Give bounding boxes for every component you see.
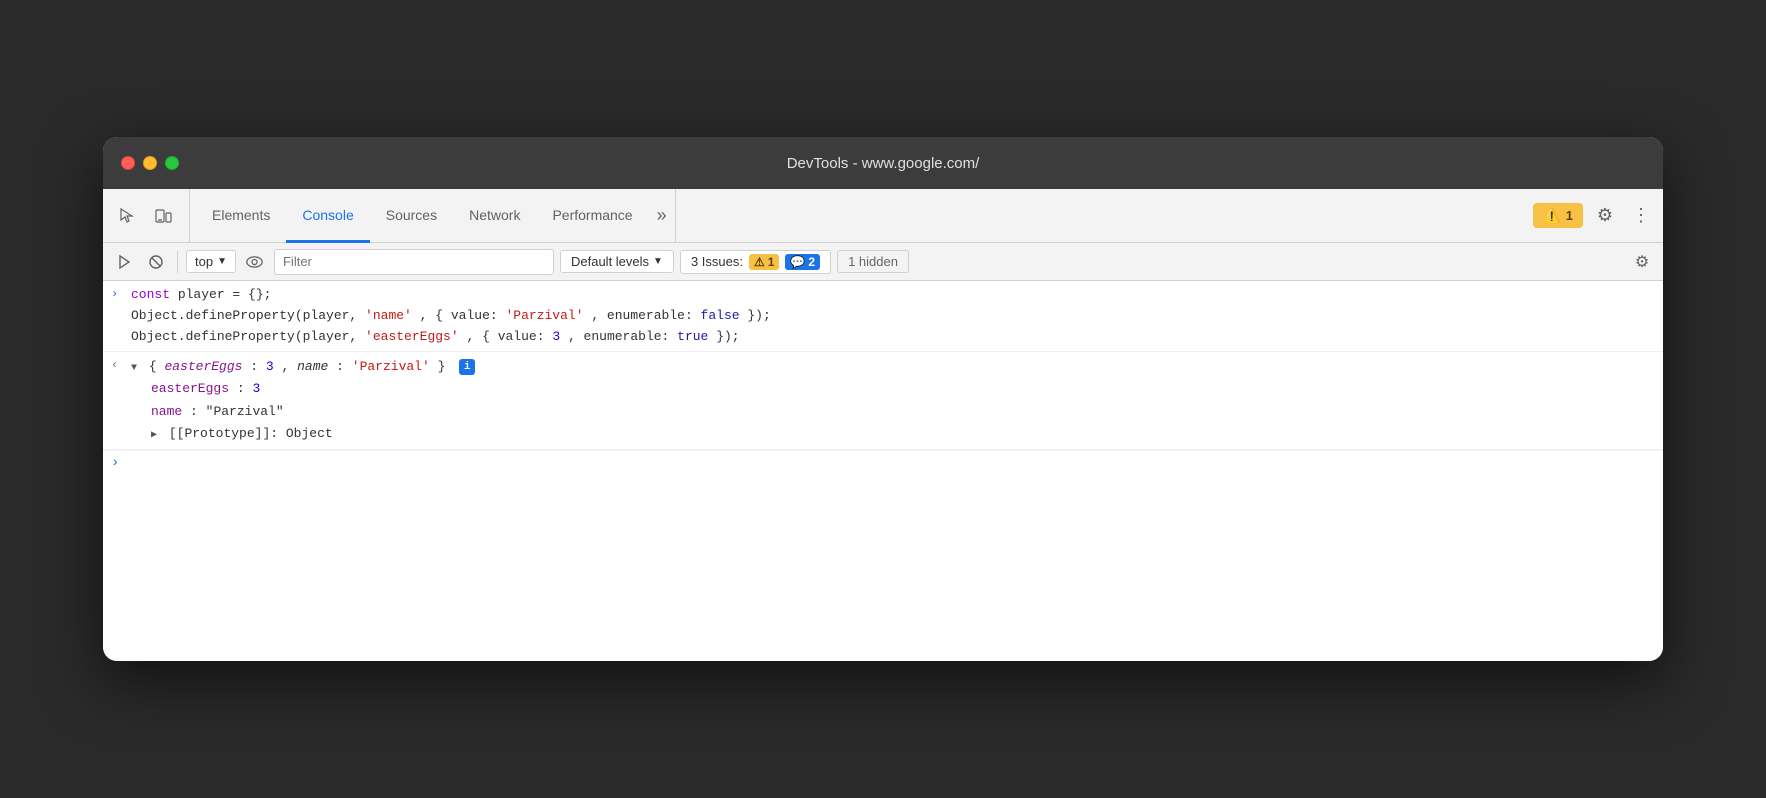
vertical-dots-icon: ⋮ <box>1632 205 1650 226</box>
log-levels-dropdown[interactable]: Default levels ▼ <box>560 250 674 273</box>
code-line-1: const player = {}; <box>131 285 1663 306</box>
object-expanded: easterEggs : 3 name : "Parzival" [[Proto… <box>131 378 1663 444</box>
prompt-arrow-icon: › <box>111 455 119 471</box>
code-line-3: Object.defineProperty(player, 'easterEgg… <box>131 327 1663 348</box>
object-summary-line: { easterEggs : 3 , name : 'Parzival' } i <box>131 356 1663 378</box>
prototype-triangle[interactable] <box>151 427 157 444</box>
chevron-down-icon: ▼ <box>653 256 663 267</box>
gear-icon: ⚙ <box>1635 252 1649 272</box>
info-issues-badge: 💬 2 <box>785 254 820 270</box>
console-prompt[interactable]: › <box>103 450 1663 475</box>
input-arrow: › <box>111 285 131 301</box>
issues-badge[interactable]: ⚠️ 1 <box>1533 203 1583 228</box>
entry-code: const player = {}; Object.defineProperty… <box>131 285 1663 347</box>
info-icon[interactable]: i <box>459 359 475 375</box>
nav-tabs: Elements Console Sources Network Perform… <box>196 189 1523 242</box>
tab-sources[interactable]: Sources <box>370 189 453 243</box>
more-tabs-button[interactable]: » <box>649 189 676 242</box>
tab-performance[interactable]: Performance <box>536 189 648 243</box>
entry-object: { easterEggs : 3 , name : 'Parzival' } i… <box>131 356 1663 444</box>
chevron-down-icon: ▼ <box>217 256 227 267</box>
hidden-messages-button[interactable]: 1 hidden <box>837 250 909 273</box>
minimize-button[interactable] <box>143 156 157 170</box>
prop-name: name : "Parzival" <box>151 401 1663 423</box>
settings-button[interactable]: ⚙ <box>1591 202 1619 230</box>
output-arrow: ‹ <box>111 356 131 372</box>
cursor-icon <box>118 207 136 225</box>
traffic-lights <box>121 156 179 170</box>
issues-toolbar[interactable]: 3 Issues: ⚠ 1 💬 2 <box>680 250 831 274</box>
tab-elements[interactable]: Elements <box>196 189 286 243</box>
close-button[interactable] <box>121 156 135 170</box>
prototype-line: [[Prototype]]: Object <box>151 423 1663 445</box>
console-settings-button[interactable]: ⚙ <box>1629 249 1655 275</box>
maximize-button[interactable] <box>165 156 179 170</box>
chat-icon: 💬 <box>790 255 805 269</box>
devtools-window: DevTools - www.google.com/ Elements <box>103 137 1663 661</box>
title-bar: DevTools - www.google.com/ <box>103 137 1663 189</box>
clear-console-button[interactable] <box>111 249 137 275</box>
divider <box>177 251 178 273</box>
eye-button[interactable] <box>242 249 268 275</box>
gear-icon: ⚙ <box>1597 205 1613 226</box>
devtools-nav: Elements Console Sources Network Perform… <box>103 189 1663 243</box>
eye-icon <box>246 255 263 269</box>
expand-triangle[interactable] <box>131 360 137 377</box>
play-icon <box>116 254 132 270</box>
prop-easter-eggs: easterEggs : 3 <box>151 378 1663 400</box>
warning-issues-badge: ⚠ 1 <box>749 254 779 270</box>
context-selector[interactable]: top ▼ <box>186 250 236 273</box>
nav-right-actions: ⚠️ 1 ⚙ ⋮ <box>1523 189 1655 242</box>
tab-network[interactable]: Network <box>453 189 536 243</box>
console-entry-input: › const player = {}; Object.defineProper… <box>103 281 1663 352</box>
inspect-element-button[interactable] <box>111 200 143 232</box>
more-options-button[interactable]: ⋮ <box>1627 202 1655 230</box>
code-line-2: Object.defineProperty(player, 'name' , {… <box>131 306 1663 327</box>
device-toolbar-button[interactable] <box>147 200 179 232</box>
device-icon <box>154 207 172 225</box>
tab-console[interactable]: Console <box>286 189 369 243</box>
window-title: DevTools - www.google.com/ <box>787 155 980 172</box>
block-button[interactable] <box>143 249 169 275</box>
console-toolbar: top ▼ Default levels ▼ 3 Issues: ⚠ 1 💬 2 <box>103 243 1663 281</box>
nav-icons <box>111 189 190 242</box>
console-entry-output: ‹ { easterEggs : 3 , name : 'Parzival' }… <box>103 352 1663 449</box>
filter-input[interactable] <box>274 249 554 275</box>
warning-symbol: ⚠ <box>754 255 765 269</box>
warning-icon: ⚠️ <box>1543 207 1560 224</box>
block-icon <box>148 254 164 270</box>
issues-count: 1 <box>1566 208 1573 223</box>
console-output: › const player = {}; Object.defineProper… <box>103 281 1663 661</box>
